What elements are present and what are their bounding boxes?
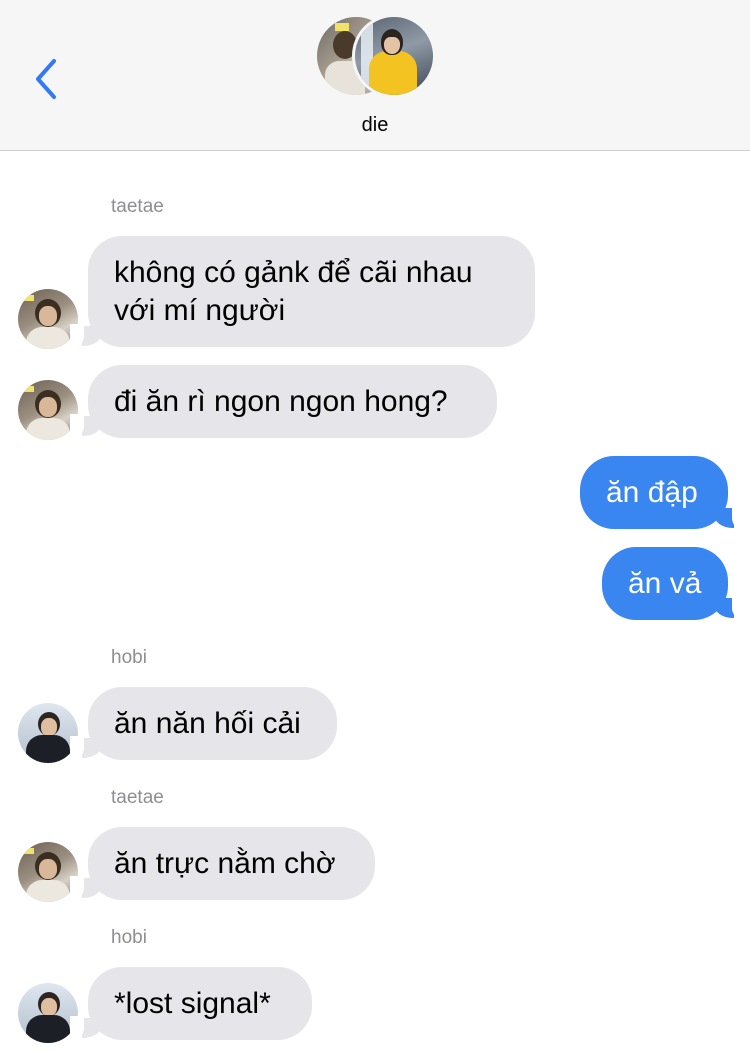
message-bubble[interactable]: đi ăn rì ngon ngon hong? xyxy=(88,365,497,438)
group-member-avatar xyxy=(352,14,436,98)
conversation-header: die xyxy=(0,0,750,151)
message-bubble[interactable]: ăn đập xyxy=(580,456,728,529)
group-name[interactable]: die xyxy=(0,114,750,137)
sender-avatar[interactable] xyxy=(18,289,78,349)
message-bubble[interactable]: không có gảnk để cãi nhau với mí người xyxy=(88,236,535,347)
chevron-left-icon xyxy=(36,59,56,99)
sender-avatar[interactable] xyxy=(18,703,78,763)
sender-avatar[interactable] xyxy=(18,983,78,1043)
sender-name: taetae xyxy=(111,787,164,808)
message-bubble[interactable]: *lost signal* xyxy=(88,967,312,1040)
sender-avatar[interactable] xyxy=(18,842,78,902)
sender-name: hobi xyxy=(111,927,147,948)
message-bubble[interactable]: ăn vả xyxy=(602,547,728,620)
sender-name: hobi xyxy=(111,647,147,668)
message-bubble[interactable]: ăn trực nằm chờ xyxy=(88,827,375,900)
message-bubble[interactable]: ăn năn hối cải xyxy=(88,687,337,760)
sender-name: taetae xyxy=(111,196,164,217)
group-avatar-stack[interactable] xyxy=(314,14,438,100)
back-button[interactable] xyxy=(30,56,64,102)
sender-avatar[interactable] xyxy=(18,380,78,440)
